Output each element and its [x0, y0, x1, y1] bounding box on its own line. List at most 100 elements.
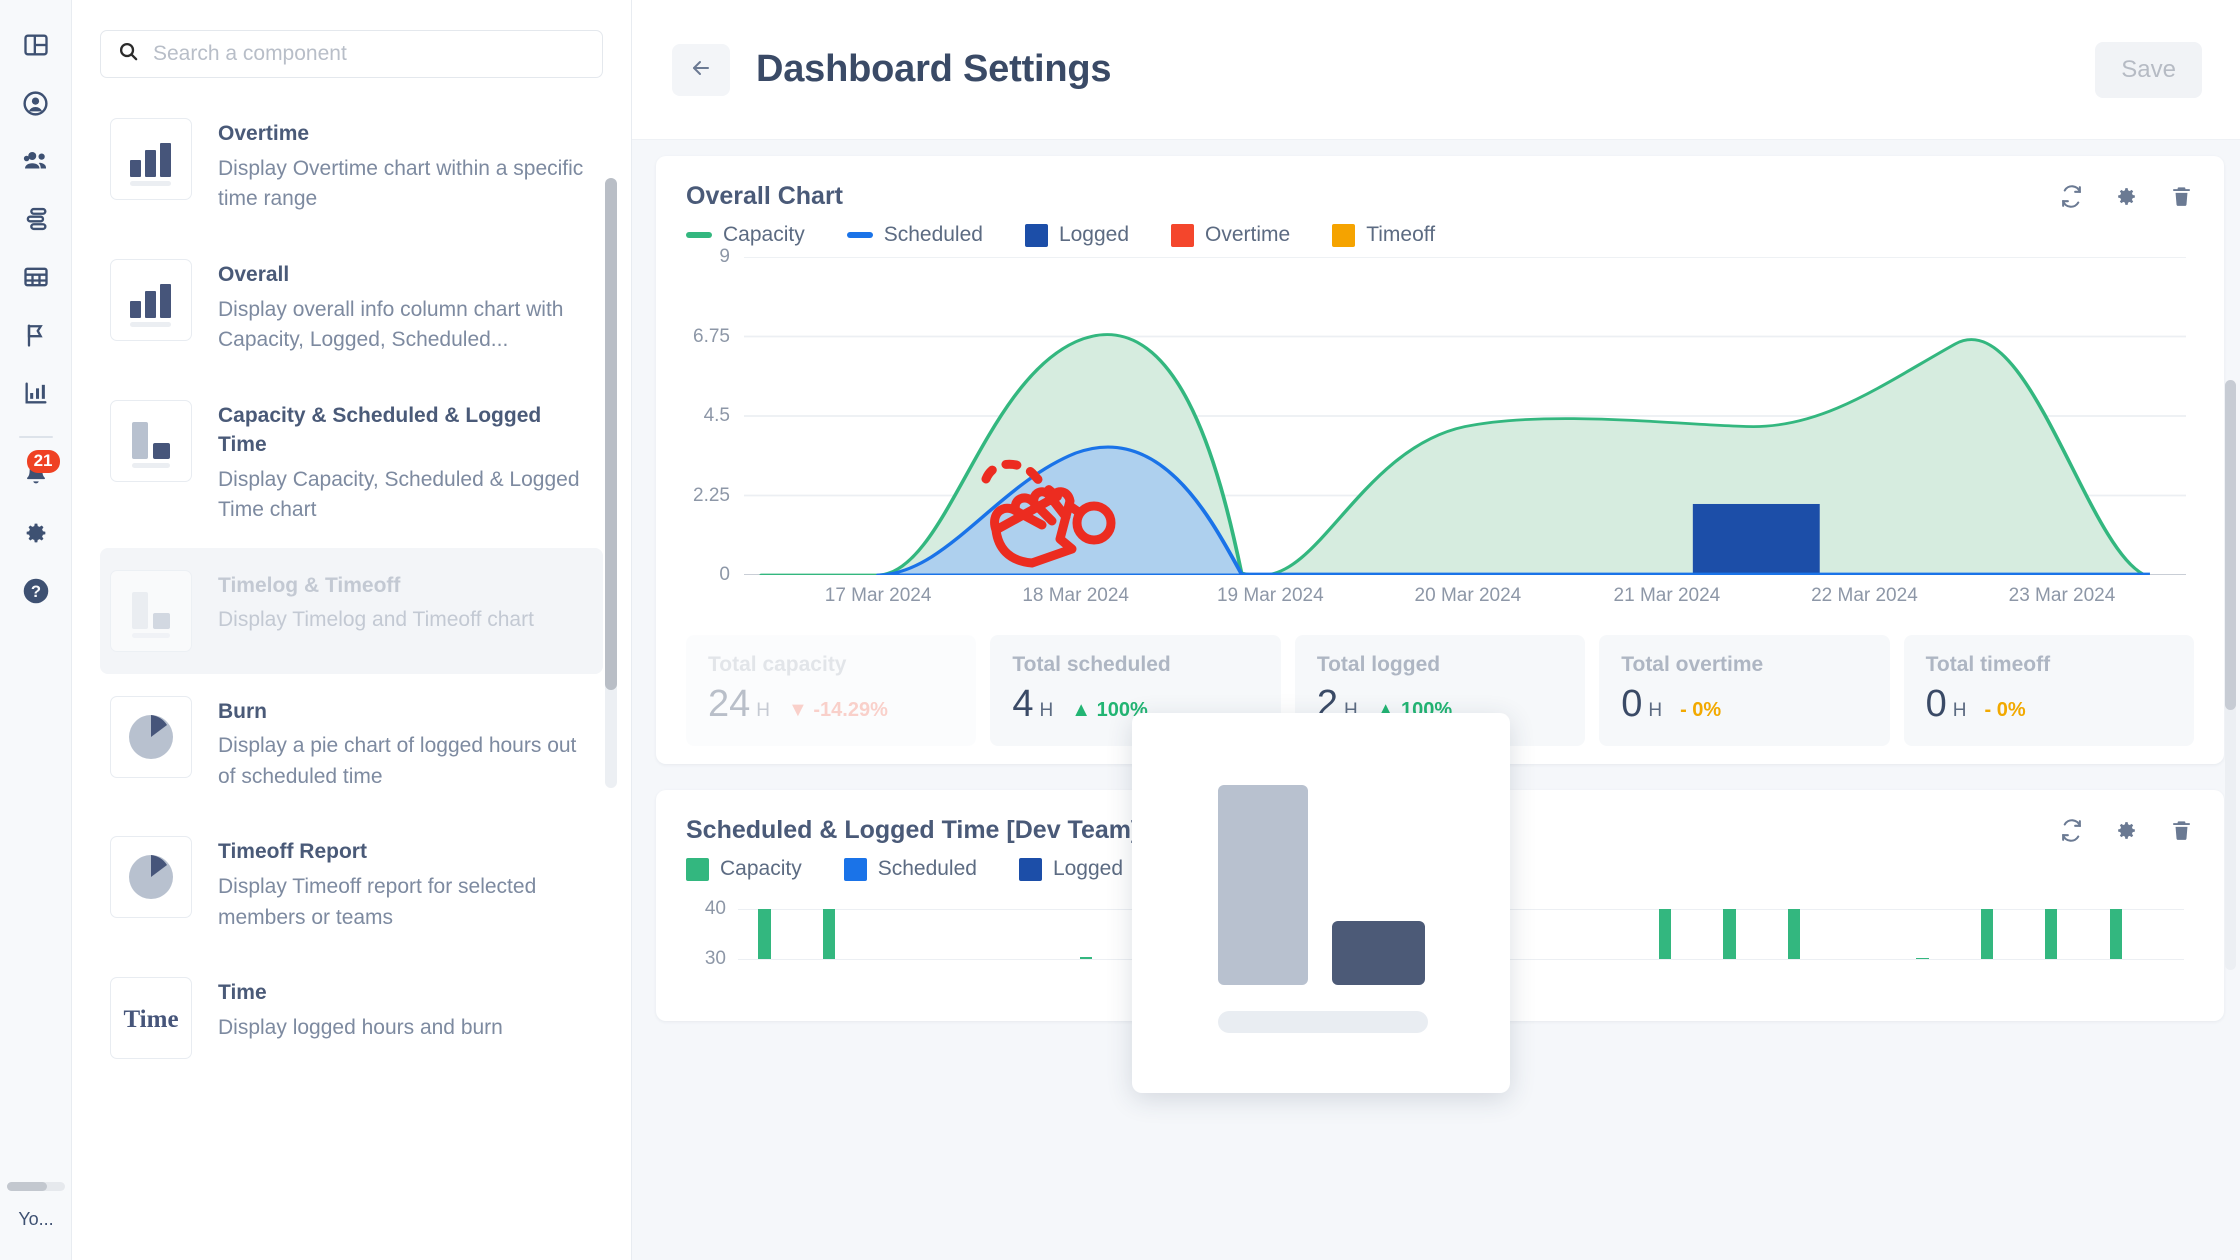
refresh-icon[interactable] — [2059, 818, 2084, 843]
search-input[interactable] — [153, 42, 586, 66]
bottom-chart-bar — [758, 909, 770, 958]
component-description: Display a pie chart of logged hours out … — [218, 731, 593, 792]
stat-label: Total overtime — [1621, 653, 1867, 677]
stat-value: 4 — [1012, 683, 1033, 726]
two-bar-thumb — [110, 400, 192, 482]
legend-swatch-box — [686, 858, 709, 881]
save-button[interactable]: Save — [2095, 42, 2202, 98]
legend-swatch-box — [1019, 858, 1042, 881]
component-description: Display Overtime chart within a specific… — [218, 154, 593, 215]
back-button[interactable] — [672, 44, 730, 96]
stat-value: 0 — [1621, 683, 1642, 726]
bar-chart-thumb — [110, 118, 192, 200]
rail-footer: Yo... — [0, 1182, 72, 1260]
y-tick-0: 0 — [719, 564, 744, 586]
rail-horizontal-scrollbar[interactable] — [7, 1182, 65, 1191]
legend-label: Scheduled — [884, 223, 983, 247]
gear-icon[interactable] — [2114, 184, 2139, 209]
legend-item[interactable]: Capacity — [686, 857, 802, 881]
layout-dashboard-icon[interactable] — [13, 22, 59, 68]
legend-label: Timeoff — [1366, 223, 1435, 247]
component-list-item[interactable]: Overall Display overall info column char… — [100, 237, 603, 378]
bottom-chart-bar — [1080, 957, 1092, 959]
canvas-scrollbar[interactable] — [2225, 380, 2236, 970]
component-title: Capacity & Scheduled & Logged Time — [218, 402, 593, 460]
panel-scrollbar[interactable] — [605, 178, 617, 788]
legend-item[interactable]: Capacity — [686, 223, 805, 247]
bottom-y-tick-40: 40 — [705, 898, 726, 920]
drag-preview-baseline — [1218, 1011, 1428, 1033]
y-tick-675: 6.75 — [693, 326, 744, 348]
svg-text:Time: Time — [123, 1006, 178, 1033]
top-bar: Dashboard Settings Save — [632, 0, 2240, 140]
drag-preview-thumb — [1132, 713, 1510, 1093]
overall-chart-plot: 9 6.75 4.5 2.25 0 — [686, 257, 2194, 617]
drag-preview-bar-capacity — [1218, 785, 1308, 985]
main-area: Dashboard Settings Save Overall Chart — [632, 0, 2240, 1260]
gear-icon[interactable] — [2114, 818, 2139, 843]
component-description: Display logged hours and burn — [218, 1013, 593, 1043]
stat-label: Total capacity — [708, 653, 954, 677]
component-description: Display Capacity, Scheduled & Logged Tim… — [218, 465, 593, 526]
search-box[interactable] — [100, 30, 603, 78]
bar-chart-icon[interactable] — [13, 370, 59, 416]
logged-bar-21mar — [1693, 504, 1820, 575]
component-list[interactable]: Overtime Display Overtime chart within a… — [72, 96, 631, 1260]
trash-icon[interactable] — [2169, 818, 2194, 843]
stat-unit: H — [756, 700, 770, 722]
table-grid-icon[interactable] — [13, 254, 59, 300]
bottom-chart-bar — [1981, 909, 1993, 958]
users-group-icon[interactable] — [13, 138, 59, 184]
legend-label: Scheduled — [878, 857, 977, 881]
component-list-item[interactable]: Burn Display a pie chart of logged hours… — [100, 674, 603, 815]
bottom-chart-yaxis: 40 30 — [686, 891, 738, 1021]
component-list-item[interactable]: Capacity & Scheduled & Logged Time Displ… — [100, 378, 603, 548]
legend-swatch-line — [847, 232, 873, 238]
x-label-1: 18 Mar 2024 — [1022, 585, 1129, 607]
legend-item[interactable]: Logged — [1019, 857, 1123, 881]
legend-item[interactable]: Timeoff — [1332, 223, 1435, 247]
component-text: Overtime Display Overtime chart within a… — [218, 118, 593, 215]
y-tick-9: 9 — [719, 246, 744, 268]
pie-chart-thumb — [110, 836, 192, 918]
component-title: Overall — [218, 261, 593, 290]
legend-item[interactable]: Logged — [1025, 223, 1129, 247]
legend-label: Logged — [1053, 857, 1123, 881]
time-text-thumb: Time — [110, 977, 192, 1059]
legend-item[interactable]: Scheduled — [847, 223, 983, 247]
stat-card: Total capacity 24 H ▼ -14.29% — [686, 635, 976, 746]
flag-icon[interactable] — [13, 312, 59, 358]
app-root: 21 ? Yo... — [0, 0, 2240, 1260]
bell-icon[interactable]: 21 — [13, 452, 59, 498]
trash-icon[interactable] — [2169, 184, 2194, 209]
refresh-icon[interactable] — [2059, 184, 2084, 209]
overall-chart-xaxis: 17 Mar 2024 18 Mar 2024 19 Mar 2024 20 M… — [744, 577, 2186, 617]
x-label-3: 20 Mar 2024 — [1415, 585, 1522, 607]
overall-chart-card: Overall Chart — [656, 156, 2224, 764]
component-text: Timelog & Timeoff Display Timelog and Ti… — [218, 570, 593, 636]
rail-user-label[interactable]: Yo... — [0, 1209, 72, 1260]
user-circle-icon[interactable] — [13, 80, 59, 126]
search-icon — [117, 40, 153, 68]
component-list-item[interactable]: Overtime Display Overtime chart within a… — [100, 96, 603, 237]
component-description: Display Timeoff report for selected memb… — [218, 872, 593, 933]
drag-preview-card[interactable] — [1132, 713, 1510, 1093]
stat-delta: ▼ -14.29% — [788, 699, 888, 722]
search-wrapper — [72, 0, 631, 96]
legend-item[interactable]: Overtime — [1171, 223, 1290, 247]
component-list-item[interactable]: Timeoff Report Display Timeoff report fo… — [100, 814, 603, 955]
question-circle-icon[interactable]: ? — [13, 568, 59, 614]
stat-card: Total overtime 0 H - 0% — [1599, 635, 1889, 746]
overall-card-title: Overall Chart — [686, 182, 843, 211]
legend-item[interactable]: Scheduled — [844, 857, 977, 881]
legend-label: Capacity — [723, 223, 805, 247]
component-list-item[interactable]: Timelog & Timeoff Display Timelog and Ti… — [100, 548, 603, 674]
gear-icon[interactable] — [13, 510, 59, 556]
list-stack-icon[interactable] — [13, 196, 59, 242]
page-title: Dashboard Settings — [756, 48, 1111, 91]
component-description: Display overall info column chart with C… — [218, 295, 593, 356]
notification-badge: 21 — [27, 450, 60, 473]
component-list-item[interactable]: Time Time Display logged hours and burn — [100, 955, 603, 1081]
component-title: Burn — [218, 698, 593, 727]
component-text: Capacity & Scheduled & Logged Time Displ… — [218, 400, 593, 526]
